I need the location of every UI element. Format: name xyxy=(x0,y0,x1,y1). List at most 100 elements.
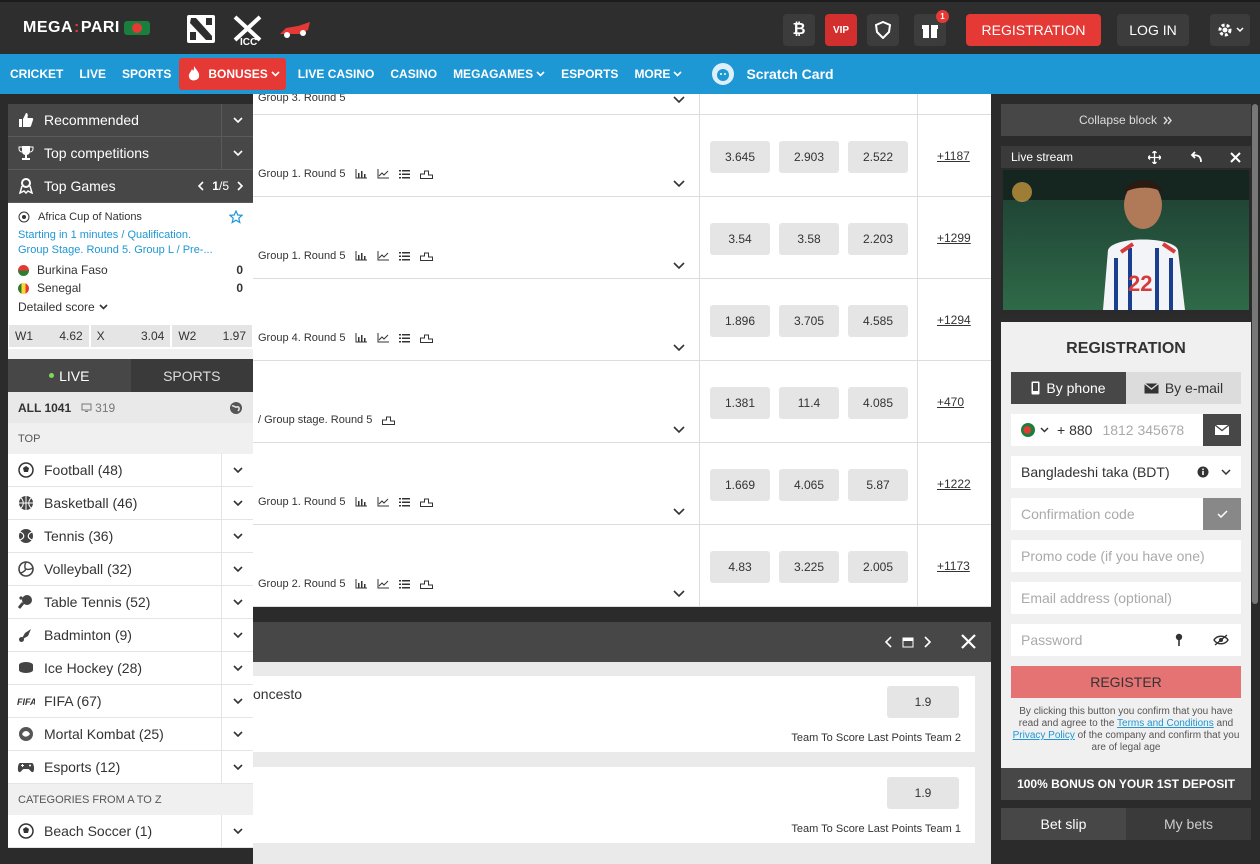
privacy-link[interactable]: Privacy Policy xyxy=(1013,730,1075,741)
currency-select[interactable]: Bangladeshi taka (BDT) xyxy=(1011,456,1241,488)
close-panel-button[interactable] xyxy=(961,634,976,649)
odd-button[interactable]: 2.005 xyxy=(848,551,908,583)
list-icon[interactable] xyxy=(399,251,411,261)
line-chart-icon[interactable] xyxy=(377,579,390,589)
odd-button[interactable]: 1.669 xyxy=(710,469,770,501)
expand-chevron[interactable] xyxy=(673,508,685,516)
gift-button[interactable]: 1 xyxy=(914,10,949,46)
line-chart-icon[interactable] xyxy=(377,169,390,179)
expand-chevron[interactable] xyxy=(673,96,685,104)
bar-chart-icon[interactable] xyxy=(355,251,368,261)
sport-item-volleyball[interactable]: Volleyball (32) xyxy=(8,552,253,586)
podium-icon[interactable] xyxy=(420,579,434,589)
line-chart-icon[interactable] xyxy=(377,333,390,343)
expand-chevron[interactable] xyxy=(673,426,685,434)
sport-item-football[interactable]: Football (48) xyxy=(8,453,253,487)
event-card[interactable]: 1.9 Team To Score Last Points Team 1 xyxy=(253,767,975,843)
nav-esports[interactable]: ESPORTS xyxy=(561,67,618,81)
odd-button[interactable]: 1.9 xyxy=(887,686,959,718)
eye-slash-icon[interactable] xyxy=(1213,634,1229,646)
bar-chart-icon[interactable] xyxy=(355,169,368,179)
event-card[interactable]: oncesto 1.9 Team To Score Last Points Te… xyxy=(253,676,975,752)
bar-chart-icon[interactable] xyxy=(355,579,368,589)
event-row[interactable]: Group 1. Round 5 3.54 3.58 2.203 +1299 xyxy=(253,197,991,279)
sport-item-tennis[interactable]: Tennis (36) xyxy=(8,519,253,553)
calendar-icon[interactable] xyxy=(902,636,914,648)
odd-button[interactable]: 4.085 xyxy=(848,387,908,419)
bitcoin-button[interactable]: ₿ xyxy=(783,14,815,46)
page-scrollbar[interactable] xyxy=(1252,104,1258,604)
key-icon[interactable] xyxy=(1175,633,1183,647)
odd-button[interactable]: 1.9 xyxy=(887,777,959,809)
registration-button[interactable]: REGISTRATION xyxy=(966,14,1101,46)
list-icon[interactable] xyxy=(399,169,411,179)
register-button[interactable]: REGISTER xyxy=(1011,666,1241,698)
all-events-row[interactable]: ALL 1041 319 xyxy=(8,392,253,423)
list-icon[interactable] xyxy=(399,579,411,589)
more-markets-link[interactable]: +1222 xyxy=(937,477,971,491)
chevron-left-icon[interactable] xyxy=(885,636,892,648)
sport-item-table-tennis[interactable]: Table Tennis (52) xyxy=(8,585,253,619)
undock-icon[interactable] xyxy=(1189,151,1202,163)
odd-button[interactable]: 3.645 xyxy=(710,141,770,173)
sport-item-basketball[interactable]: Basketball (46) xyxy=(8,486,253,520)
more-markets-link[interactable]: +1187 xyxy=(937,149,970,163)
tab-by-phone[interactable]: By phone xyxy=(1011,372,1126,404)
more-markets-link[interactable]: +470 xyxy=(937,395,964,409)
odd-w1[interactable]: W1 4.62 xyxy=(9,325,89,347)
phone-field[interactable]: + 880 1812 345678 xyxy=(1011,414,1241,446)
nav-more[interactable]: MORE xyxy=(634,67,683,81)
collapse-block-button[interactable]: Collapse block xyxy=(1001,104,1251,136)
bar-chart-icon[interactable] xyxy=(355,333,368,343)
event-row[interactable]: Group 1. Round 5 1.669 4.065 5.87 +1222 xyxy=(253,443,991,525)
podium-icon[interactable] xyxy=(382,415,396,425)
odd-button[interactable]: 2.903 xyxy=(779,141,839,173)
expand-chevron[interactable] xyxy=(673,590,685,598)
megapari-logo[interactable]: MEGA: PARI xyxy=(23,19,150,37)
odd-button[interactable]: 3.58 xyxy=(779,223,839,255)
event-row[interactable]: / Group stage. Round 5 1.381 11.4 4.085 +470 xyxy=(253,361,991,443)
recommended-row[interactable]: Recommended xyxy=(8,104,253,137)
sport-item-esports[interactable]: Esports (12) xyxy=(8,750,253,784)
line-chart-icon[interactable] xyxy=(377,251,390,261)
sport-item-mortal-kombat[interactable]: Mortal Kombat (25) xyxy=(8,717,253,751)
odd-button[interactable]: 11.4 xyxy=(779,387,839,419)
confirmation-code-field[interactable]: Confirmation code xyxy=(1011,498,1241,530)
tab-my-bets[interactable]: My bets xyxy=(1126,808,1251,840)
odd-button[interactable]: 4.065 xyxy=(779,469,839,501)
podium-icon[interactable] xyxy=(420,251,434,261)
tab-bet-slip[interactable]: Bet slip xyxy=(1001,808,1126,840)
nav-casino[interactable]: CASINO xyxy=(390,67,437,81)
confirm-code-button[interactable] xyxy=(1203,498,1241,530)
sport-item-beach-soccer[interactable]: Beach Soccer (1) xyxy=(8,814,253,848)
line-chart-icon[interactable] xyxy=(377,497,390,507)
terms-link[interactable]: Terms and Conditions xyxy=(1117,718,1214,729)
icc-cricket-icon[interactable]: ICC xyxy=(232,14,264,46)
settings-button[interactable] xyxy=(1210,14,1250,46)
password-field[interactable]: Password xyxy=(1011,624,1241,656)
event-row[interactable]: Group 1. Round 5 3.645 2.903 2.522 +1187 xyxy=(253,115,991,197)
featured-match-card[interactable]: Africa Cup of Nations Starting in 1 minu… xyxy=(8,203,253,349)
phone-input-placeholder[interactable]: 1812 345678 xyxy=(1102,422,1184,438)
nav-cricket[interactable]: CRICKET xyxy=(10,67,63,81)
chevron-right-icon[interactable] xyxy=(924,636,931,648)
odd-button[interactable]: 3.54 xyxy=(710,223,770,255)
more-markets-link[interactable]: +1294 xyxy=(937,313,971,327)
odd-button[interactable]: 1.896 xyxy=(710,305,770,337)
nav-sports[interactable]: SPORTS xyxy=(122,67,171,81)
star-icon[interactable] xyxy=(229,210,243,224)
more-markets-link[interactable]: +1299 xyxy=(937,231,971,245)
login-button[interactable]: LOG IN xyxy=(1117,14,1189,46)
podium-icon[interactable] xyxy=(420,333,434,343)
expand-chevron[interactable] xyxy=(673,262,685,270)
bonus-banner[interactable]: 100% BONUS ON YOUR 1ST DEPOSIT xyxy=(1001,768,1251,800)
odd-button[interactable]: 4.83 xyxy=(710,551,770,583)
nav-live-casino[interactable]: LIVE CASINO xyxy=(298,67,375,81)
list-icon[interactable] xyxy=(399,333,411,343)
nav-live[interactable]: LIVE xyxy=(79,67,106,81)
podium-icon[interactable] xyxy=(420,497,434,507)
tab-live[interactable]: LIVE xyxy=(8,359,131,392)
odd-button[interactable]: 2.203 xyxy=(848,223,908,255)
list-icon[interactable] xyxy=(399,497,411,507)
chevron-right-icon[interactable] xyxy=(237,181,243,191)
